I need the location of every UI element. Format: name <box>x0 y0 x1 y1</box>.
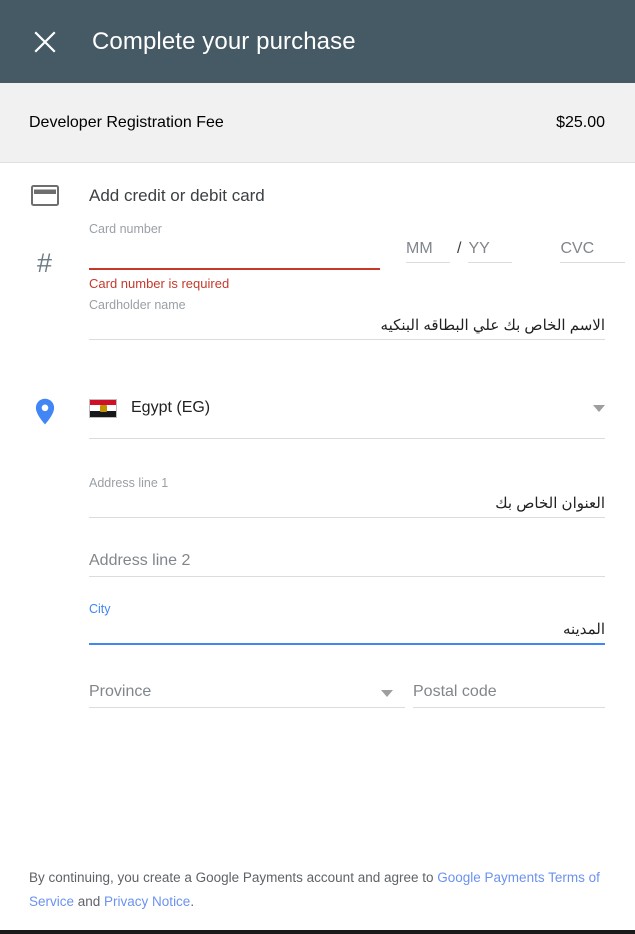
add-card-heading-row: Add credit or debit card <box>0 163 635 206</box>
cvc-underline <box>560 262 626 263</box>
footer-text-middle: and <box>74 894 105 909</box>
postal-code-placeholder: Postal code <box>413 683 497 700</box>
credit-card-icon <box>0 185 89 206</box>
cardholder-name-label: Cardholder name <box>89 298 186 312</box>
card-number-row: # Card number Card number is required MM <box>0 206 635 293</box>
country-select[interactable]: Egypt (EG) <box>89 388 605 428</box>
province-underline <box>89 707 405 708</box>
page-title: Complete your purchase <box>92 27 356 55</box>
expiry-month-field[interactable]: MM <box>406 236 450 263</box>
close-icon[interactable] <box>28 25 62 59</box>
expiry-cvc-group: MM / YY CVC <box>380 220 626 263</box>
legal-footer: By continuing, you create a Google Payme… <box>0 866 635 926</box>
address-line-1-value: العنوان الخاص بك <box>495 495 605 512</box>
expiry-month-placeholder: MM <box>406 240 433 257</box>
gutter-spacer <box>0 546 89 550</box>
egypt-flag-icon <box>89 398 117 418</box>
province-postal-row: Province Postal code <box>0 645 635 708</box>
privacy-notice-link[interactable]: Privacy Notice <box>104 894 190 909</box>
footer-text-end: . <box>190 894 195 909</box>
gutter-spacer <box>0 601 89 605</box>
expiry-year-underline <box>468 262 513 263</box>
address-line-1-row: Address line 1 العنوان الخاص بك <box>0 439 635 518</box>
card-number-label: Card number <box>89 222 162 236</box>
card-number-icon: # <box>36 248 53 278</box>
expiry-month-underline <box>406 262 450 263</box>
city-label: City <box>89 602 111 616</box>
expiry-year-placeholder: YY <box>468 240 490 257</box>
fee-amount: $25.00 <box>556 113 605 131</box>
country-name: Egypt (EG) <box>131 399 211 416</box>
fee-summary-row: Developer Registration Fee $25.00 <box>0 83 635 163</box>
footer-text-before: By continuing, you create a Google Payme… <box>29 870 438 885</box>
cvc-field[interactable]: CVC <box>560 236 626 263</box>
cvc-placeholder: CVC <box>560 240 595 257</box>
address-line-2-row: Address line 2 <box>0 518 635 577</box>
postal-code-field[interactable]: Postal code <box>413 677 605 708</box>
cardholder-name-field[interactable]: Cardholder name الاسم الخاص بك علي البطا… <box>89 293 605 340</box>
province-placeholder: Province <box>89 683 152 700</box>
add-card-title: Add credit or debit card <box>89 186 265 205</box>
address-line-1-label: Address line 1 <box>89 476 169 490</box>
card-number-field[interactable]: Card number Card number is required <box>89 220 380 293</box>
purchase-dialog: Complete your purchase Developer Registr… <box>0 0 635 934</box>
postal-code-underline <box>413 707 605 708</box>
province-select[interactable]: Province <box>89 677 405 708</box>
address-line-1-field[interactable]: Address line 1 العنوان الخاص بك <box>89 461 605 518</box>
chevron-down-icon[interactable] <box>381 690 393 697</box>
chevron-down-icon[interactable] <box>593 405 605 412</box>
city-row: City المدينه <box>0 577 635 645</box>
address-line-2-placeholder: Address line 2 <box>89 552 191 569</box>
cardholder-name-row: Cardholder name الاسم الخاص بك علي البطا… <box>0 293 635 340</box>
expiry-separator: / <box>457 240 462 257</box>
expiry-year-field[interactable]: YY <box>468 236 513 263</box>
country-row: Egypt (EG) <box>0 340 635 439</box>
cardholder-name-value: الاسم الخاص بك علي البطاقه البنكيه <box>380 317 605 334</box>
dialog-header: Complete your purchase <box>0 0 635 83</box>
gutter-spacer <box>0 293 89 297</box>
card-number-input[interactable] <box>89 238 380 268</box>
gutter-spacer <box>0 645 89 649</box>
form-body: Add credit or debit card # Card number C… <box>0 163 635 708</box>
fee-label: Developer Registration Fee <box>29 113 224 131</box>
gutter-spacer <box>0 461 89 465</box>
city-value: المدينه <box>562 621 605 638</box>
location-pin-icon <box>0 388 89 425</box>
address-line-2-field[interactable]: Address line 2 <box>89 546 605 577</box>
card-number-error: Card number is required <box>89 276 230 291</box>
city-field[interactable]: City المدينه <box>89 601 605 645</box>
